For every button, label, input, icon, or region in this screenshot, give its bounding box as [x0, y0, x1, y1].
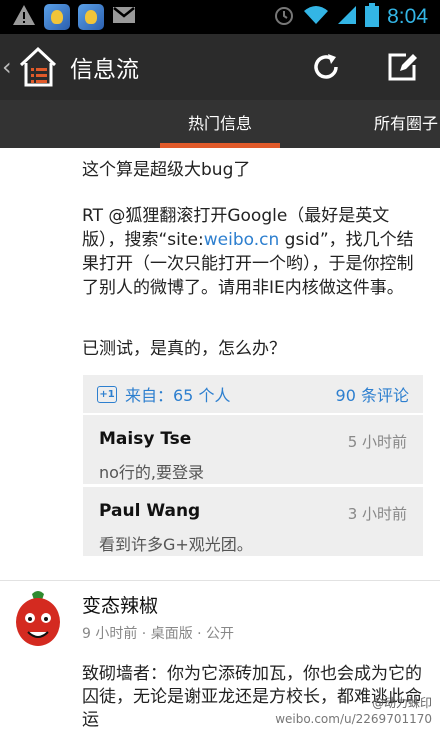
comment-count[interactable]: 90 条评论	[336, 382, 409, 406]
post-meta: 9 小时前 · 桌面版 · 公开	[82, 626, 235, 642]
gmail-icon	[112, 5, 136, 29]
plus-one-icon: +1	[97, 385, 117, 403]
tab-all-circles[interactable]: 所有圈子	[374, 100, 438, 148]
compose-button[interactable]	[364, 34, 440, 100]
watermark-url: weibo.com/u/2269701170	[275, 712, 432, 726]
comment-item[interactable]: Paul Wang 3 小时前 看到许多G+观光团。	[83, 487, 423, 559]
clock-time: 8:04	[387, 5, 428, 28]
compose-icon	[388, 53, 417, 81]
post-text-line1: 这个算是超级大bug了	[82, 160, 251, 180]
comment-author: Paul Wang	[99, 501, 201, 521]
avatar[interactable]	[12, 588, 64, 652]
alarm-icon	[273, 4, 295, 30]
comment-item[interactable]: Maisy Tse 5 小时前 no行的,要登录	[83, 415, 423, 487]
comment-author: Maisy Tse	[99, 429, 192, 449]
post-text-line3: 已测试，是真的，怎么办？	[82, 339, 286, 359]
comment-time: 3 小时前	[347, 505, 407, 523]
back-chevron-icon[interactable]: ‹	[0, 53, 16, 81]
status-bar: 8:04	[0, 0, 440, 34]
refresh-icon	[314, 54, 338, 79]
comment-time: 5 小时前	[347, 433, 407, 451]
post-text-paragraph: RT @狐狸翻滚打开Google（最好是英文版），搜索“site:weibo.c…	[82, 204, 427, 300]
watermark-brand: @动力蛛印	[371, 696, 432, 710]
game-icon	[78, 4, 104, 30]
home-icon[interactable]	[18, 45, 58, 89]
stream-feed[interactable]: 这个算是超级大bug了 RT @狐狸翻滚打开Google（最好是英文版），搜索“…	[0, 148, 440, 733]
plusone-from: 来自：65 个人	[125, 386, 231, 405]
refresh-button[interactable]	[288, 34, 364, 100]
game-icon	[44, 4, 70, 30]
page-title: 信息流	[70, 57, 139, 83]
tab-bar: 热门信息 所有圈子	[0, 100, 440, 148]
post-divider	[0, 580, 440, 581]
wifi-icon	[303, 5, 329, 29]
tab-hot-info[interactable]: 热门信息	[160, 100, 280, 148]
signal-icon	[337, 5, 357, 29]
plusone-row[interactable]: +1 来自：65 个人 90 条评论	[83, 375, 423, 415]
post-link[interactable]: weibo.cn	[204, 230, 280, 250]
comment-text: no行的,要登录	[99, 463, 205, 482]
battery-icon	[365, 3, 380, 31]
comment-text: 看到许多G+观光团。	[99, 535, 253, 554]
action-bar: ‹ 信息流	[0, 34, 440, 100]
warning-icon	[12, 4, 36, 30]
comments-box: +1 来自：65 个人 90 条评论 Maisy Tse 5 小时前 no行的,…	[83, 375, 423, 559]
post-author[interactable]: 变态辣椒	[82, 591, 158, 618]
